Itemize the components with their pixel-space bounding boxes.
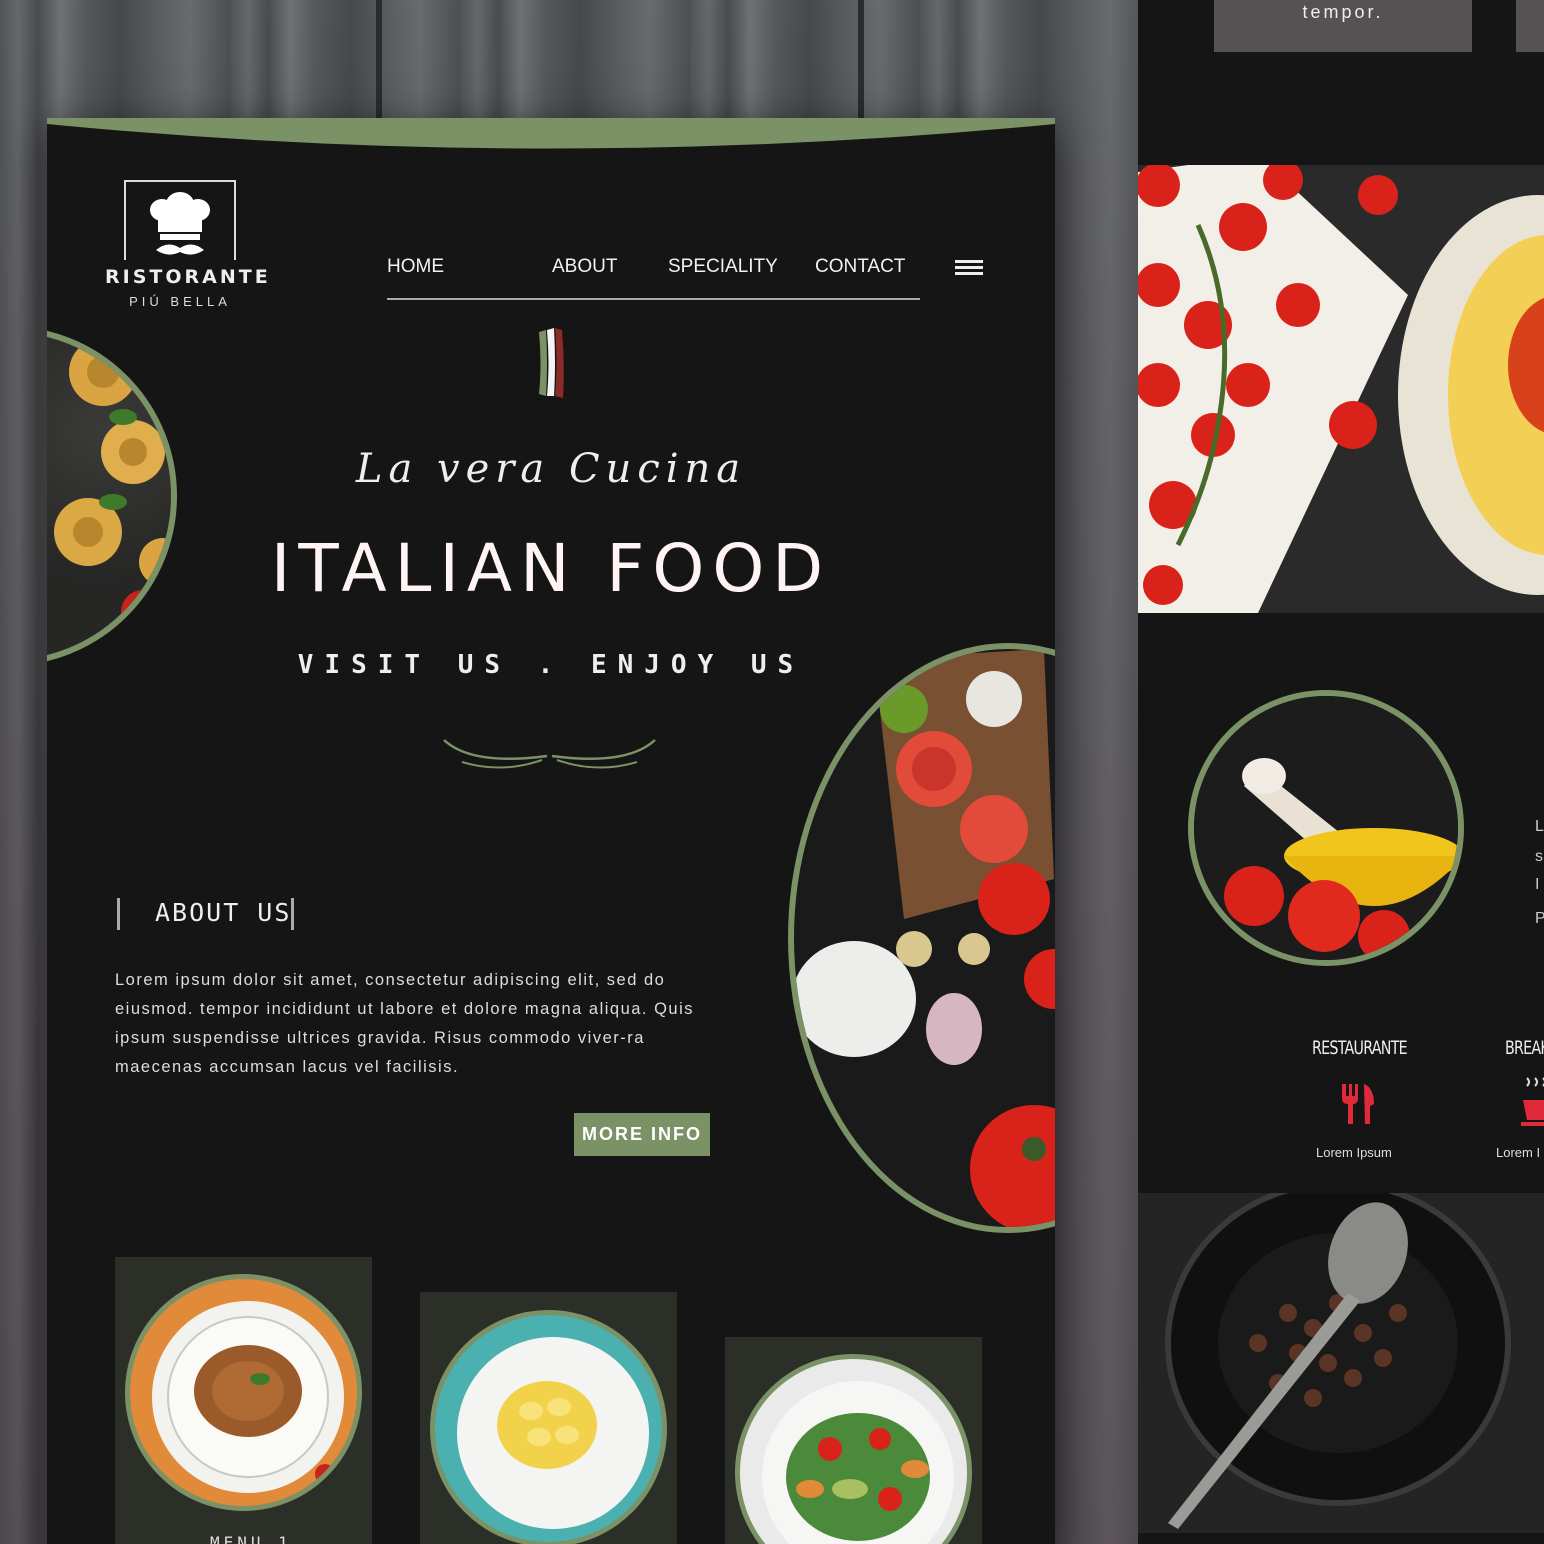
coffee-cup-icon (1521, 1077, 1544, 1126)
pasta-nests-image (47, 326, 177, 666)
tempor-text-box: tempor. (1214, 0, 1472, 52)
nav-speciality[interactable]: SPECIALITY (668, 256, 778, 278)
hero-title: ITALIAN FOOD (270, 530, 832, 607)
hero-script-title: La vera Cucina (355, 446, 747, 492)
menu-card-1[interactable]: MENU 1 (115, 1257, 372, 1544)
edge-letter: s (1535, 848, 1543, 865)
menu-card-1-label: MENU 1 (210, 1533, 292, 1544)
menu-card-3[interactable] (725, 1337, 982, 1544)
about-heading-label: ABOUT US (155, 898, 292, 927)
nav-home[interactable]: HOME (387, 256, 444, 278)
about-heading: ABOUT US (117, 894, 297, 934)
tempor-box-secondary (1516, 0, 1544, 52)
ornament-divider-icon (443, 739, 656, 769)
brand-logo[interactable]: RISTORANTE PIÚ BELLA (105, 180, 271, 309)
chef-hat-logo-icon (124, 180, 236, 260)
main-nav: HOME ABOUT SPECIALITY CONTACT (387, 254, 920, 300)
brand-name: RISTORANTE (105, 266, 271, 288)
more-info-button[interactable]: MORE INFO (574, 1113, 710, 1156)
nav-contact[interactable]: CONTACT (815, 256, 905, 278)
feature-restaurante-title: RESTAURANTE (1312, 1037, 1408, 1059)
tomatoes-spaghetti-image (1138, 165, 1544, 613)
top-swoosh-decoration (47, 118, 1055, 149)
edge-letter: P (1535, 910, 1544, 927)
feature-restaurante-sub: Lorem Ipsum (1316, 1145, 1392, 1160)
gnocchi-plate-image (430, 1310, 667, 1544)
hero-tagline: VISIT US . ENJOY US (297, 650, 805, 680)
spaghetti-plate-image (125, 1274, 362, 1511)
salad-plate-image (735, 1354, 972, 1544)
nav-about[interactable]: ABOUT (552, 256, 617, 278)
edge-letter: L (1535, 818, 1544, 835)
about-paragraph: Lorem ipsum dolor sit amet, consectetur … (115, 971, 695, 1076)
main-page-mockup: RISTORANTE PIÚ BELLA HOME ABOUT SPECIALI… (47, 118, 1055, 1544)
peppercorns-spoon-image (1138, 1193, 1544, 1533)
hamburger-menu-icon[interactable] (955, 260, 983, 278)
feature-break-title: BREAK (1505, 1037, 1544, 1059)
italian-flag-icon (539, 328, 564, 398)
side-page-mockup: tempor. L s I P RESTAURANTE Lorem Ipsum … (1138, 0, 1544, 1544)
menu-card-2[interactable] (420, 1292, 677, 1544)
fork-knife-icon (1342, 1084, 1374, 1124)
wood-plank-gap (376, 0, 382, 120)
edge-letter: I (1535, 876, 1540, 893)
mortar-pestle-image (1188, 690, 1464, 966)
wood-plank-gap (858, 0, 864, 120)
feature-break-sub: Lorem I (1496, 1145, 1541, 1160)
brand-subtitle: PIÚ BELLA (129, 294, 231, 309)
bruschetta-image (788, 643, 1055, 1233)
